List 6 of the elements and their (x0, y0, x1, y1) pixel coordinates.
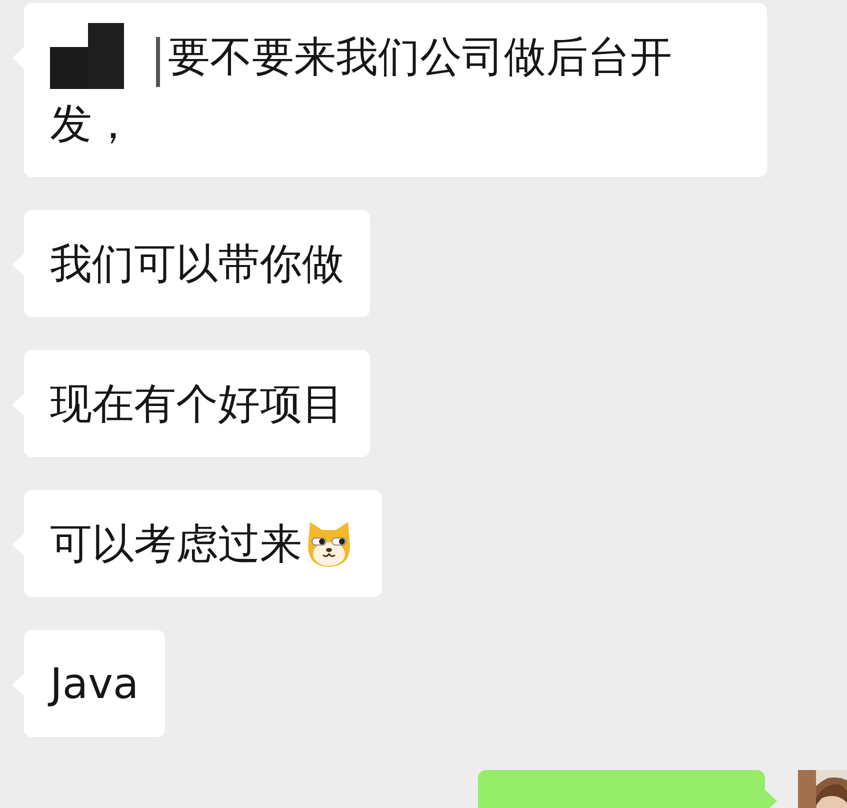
bubble-tail (765, 790, 777, 808)
message-text: 我们可以带你做 (50, 239, 344, 288)
message-text: 要不要来我们公司做后台开发， (50, 32, 672, 148)
message-text: Java (50, 659, 139, 708)
message-text: 可以考虑过来 (50, 519, 302, 568)
message-text: 现在有个好项目 (50, 379, 344, 428)
